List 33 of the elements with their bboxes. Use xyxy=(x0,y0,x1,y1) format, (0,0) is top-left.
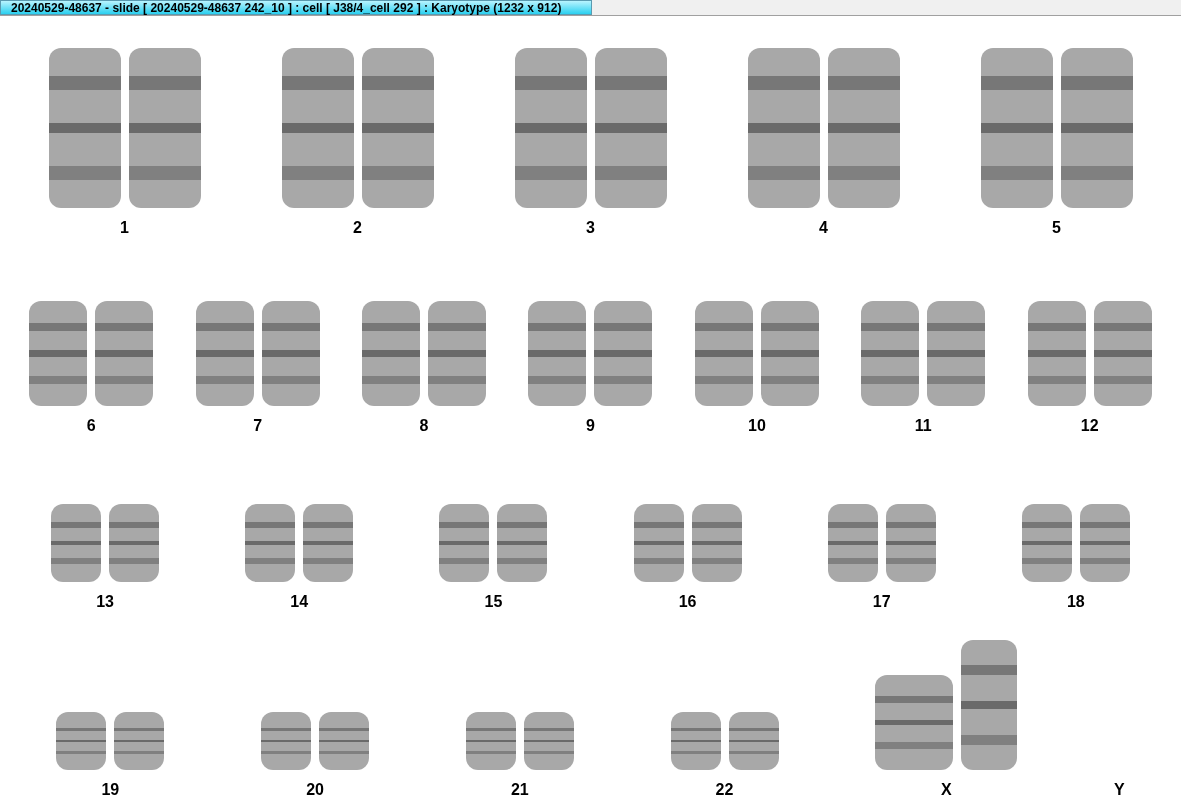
chromosome-number: 1 xyxy=(120,218,129,238)
chromosome-number: 11 xyxy=(914,416,932,436)
chromosome-number: 18 xyxy=(1066,592,1085,612)
chromosome-number: Y xyxy=(1113,780,1125,800)
window-title: 20240529-48637 - slide [ 20240529-48637 242_10 ] : cell [ J38/4_cell 292 ] : Karyotype (1232 x 912) xyxy=(0,0,592,15)
chromosome-number: 19 xyxy=(101,780,120,800)
chromosome-photo xyxy=(56,712,107,770)
chromosome-number: 20 xyxy=(306,780,324,800)
chromosome-number: 9 xyxy=(586,416,595,436)
chromosome-photo xyxy=(523,712,574,770)
chromosome-number: 12 xyxy=(1080,416,1099,436)
chromosome-number: 6 xyxy=(86,416,96,436)
chromosome-number: 4 xyxy=(819,218,828,238)
chromosome-number: 3 xyxy=(586,218,595,238)
chromosome-number: X xyxy=(940,780,952,800)
chromosome-number: 5 xyxy=(1052,218,1061,238)
chromosome-number: 10 xyxy=(748,416,766,436)
chromosome-number: 8 xyxy=(419,416,429,436)
chromosome-number: 17 xyxy=(872,592,891,612)
chromosome-number: 14 xyxy=(290,592,309,612)
chromosome-number: 15 xyxy=(484,592,503,612)
chromosome-number: 2 xyxy=(353,218,362,238)
chromosome-number: 16 xyxy=(678,592,697,612)
chromosome-photo xyxy=(465,712,516,770)
chromosome-photo xyxy=(728,712,779,770)
chromosome-photo xyxy=(670,712,721,770)
chromosome-photo xyxy=(319,712,370,770)
chromosome-number: 21 xyxy=(510,780,529,800)
chromosome-photo xyxy=(114,712,165,770)
chromosome-photo xyxy=(261,712,312,770)
chromosome-number: 7 xyxy=(253,416,263,436)
chromosome-number: 22 xyxy=(715,780,734,800)
chromosome-number: 13 xyxy=(96,592,114,612)
